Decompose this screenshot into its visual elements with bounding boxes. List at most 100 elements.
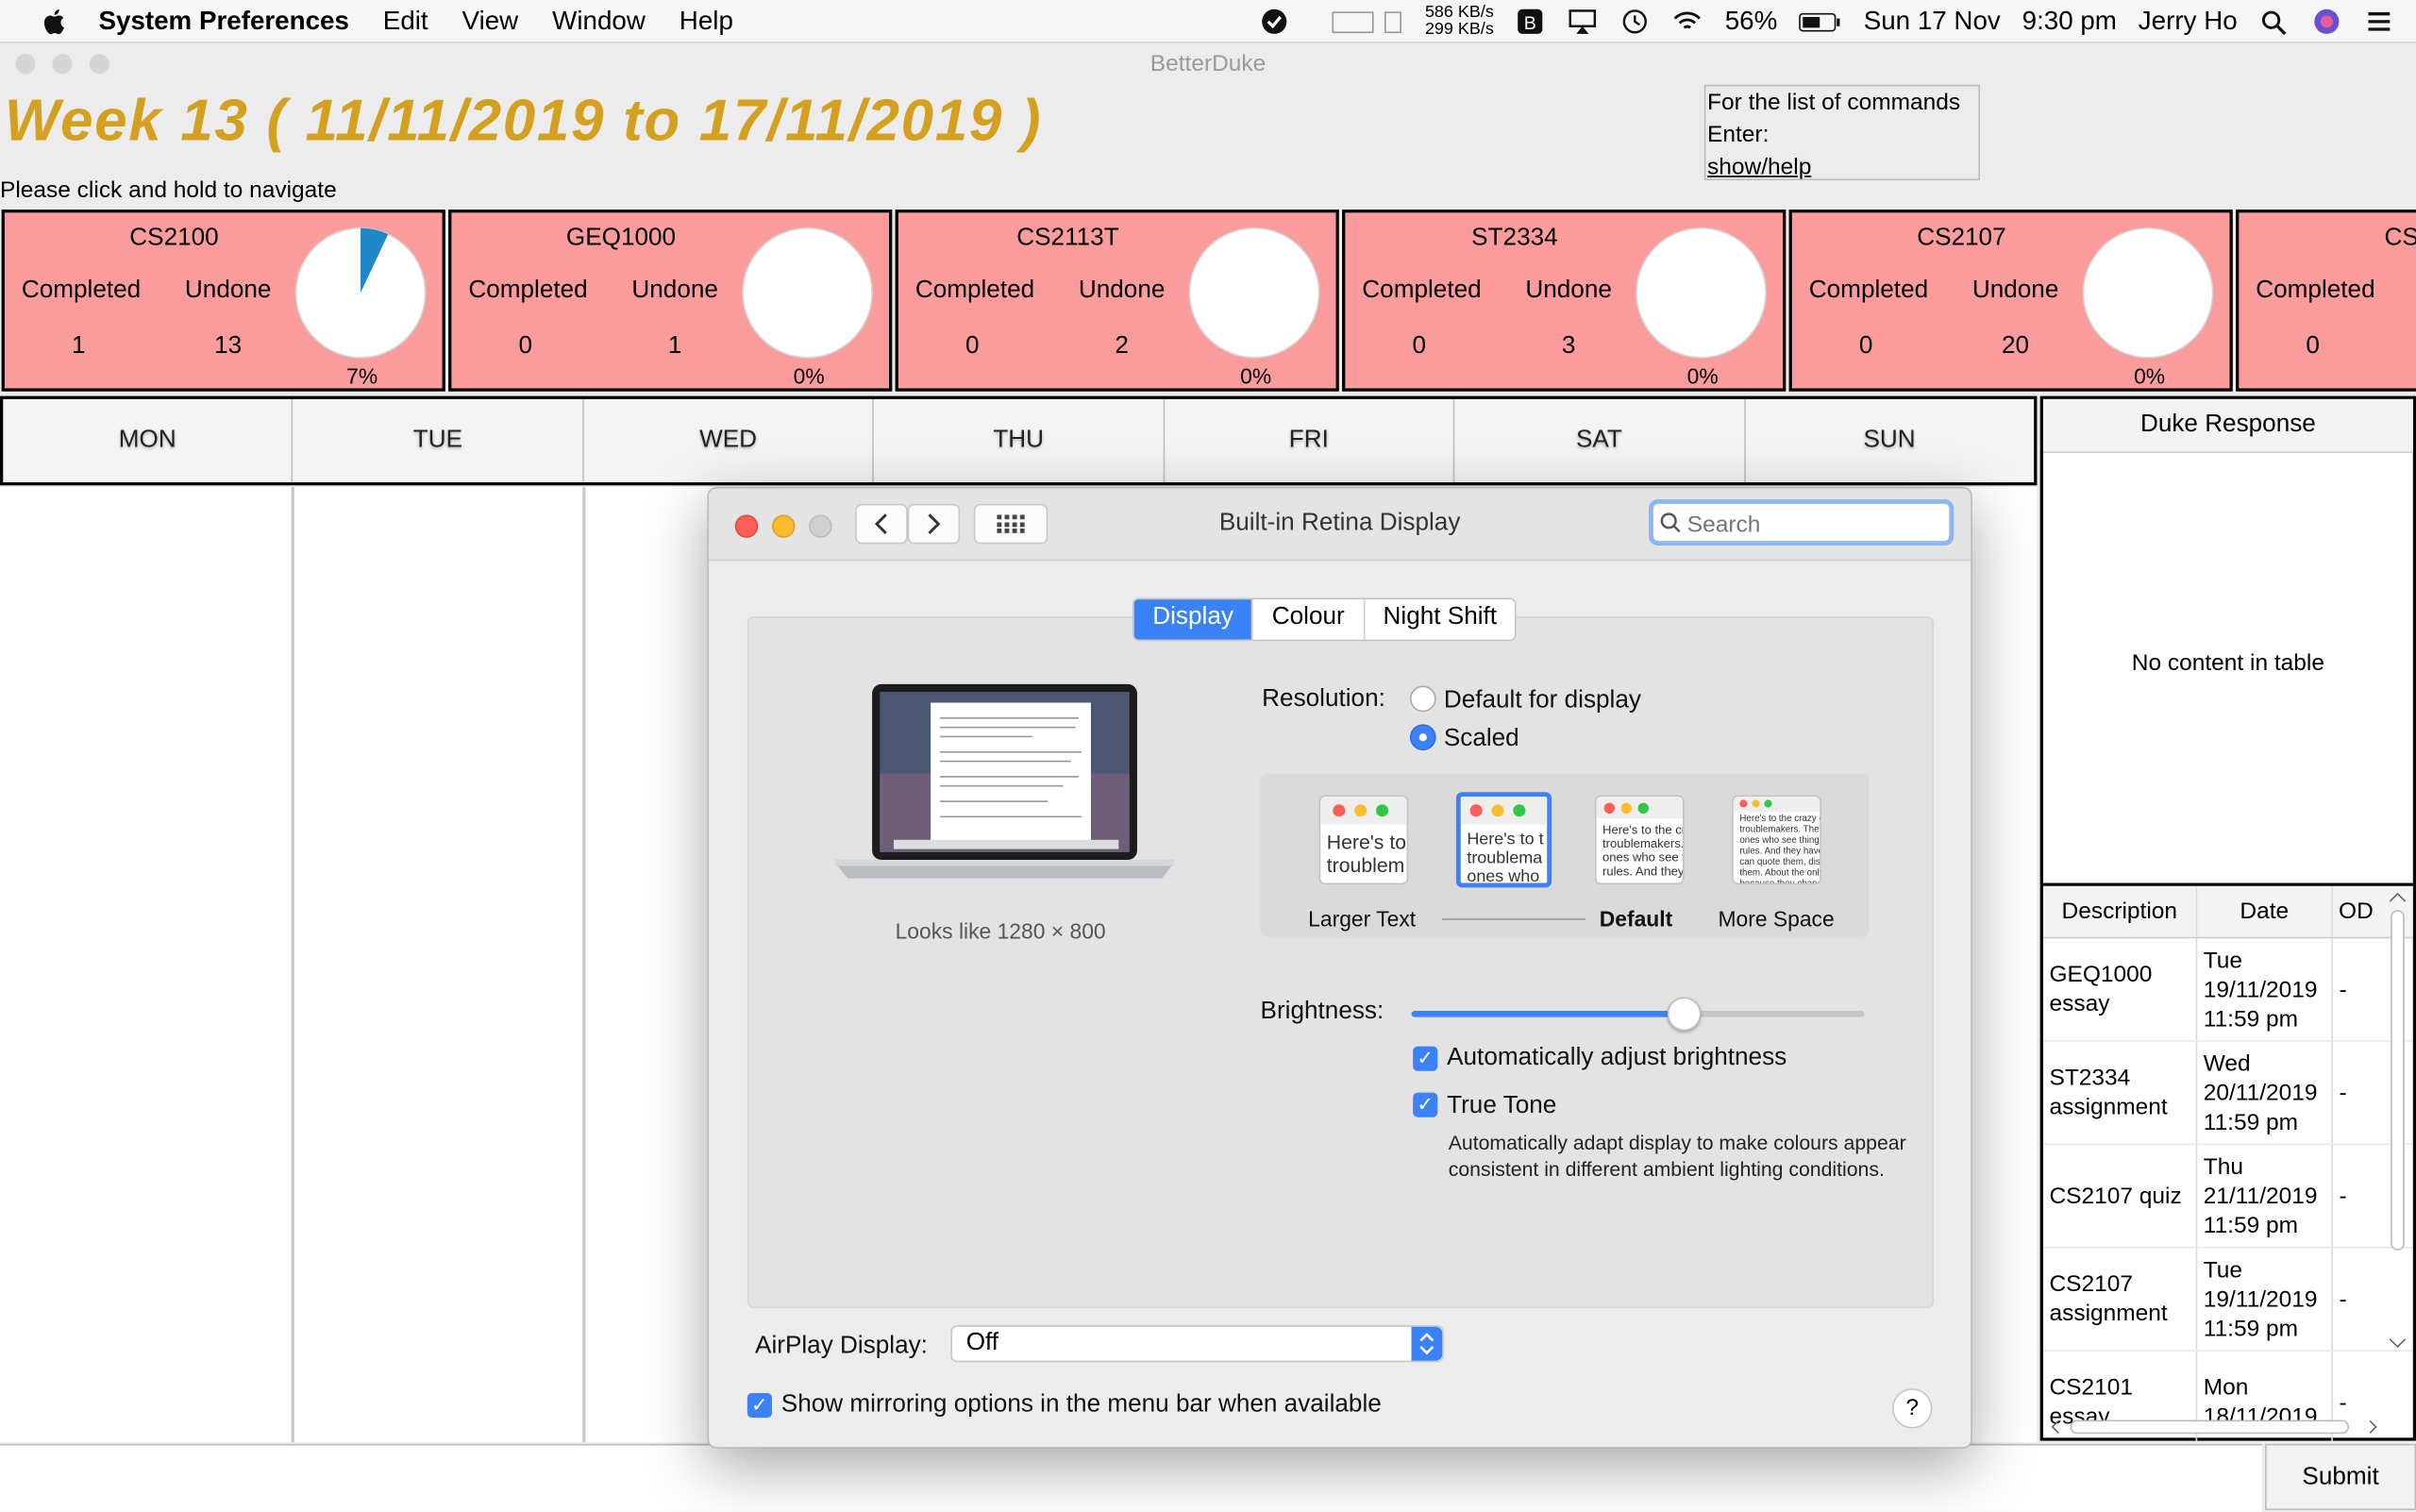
menu-time[interactable]: 9:30 pm [2022, 6, 2117, 37]
module-card[interactable]: CS2107 Completed Undone 0 20 0% [1788, 210, 2233, 392]
scale-more-space[interactable]: Here's to the crazy onestroublemakers. T… [1732, 795, 1821, 885]
module-card[interactable]: CS2113T Completed Undone 0 2 0% [895, 210, 1339, 392]
table-row[interactable]: CS2107 quiz Thu 21/11/2019 11:59 pm - [2042, 1145, 2413, 1249]
menu-edit[interactable]: Edit [383, 6, 428, 37]
show-help-link[interactable]: show/help [1707, 151, 1978, 183]
row-date: Thu 21/11/2019 11:59 pm [2197, 1145, 2333, 1247]
completed-label: Completed [2256, 277, 2375, 304]
module-card[interactable]: CS2CompletedUndone0 [2236, 210, 2416, 392]
minimize-button[interactable] [52, 54, 73, 75]
module-card[interactable]: GEQ1000 Completed Undone 0 1 0% [448, 210, 893, 392]
commands-line-1: For the list of commands [1707, 89, 1961, 116]
command-input[interactable] [0, 1443, 2262, 1512]
duke-empty-message: No content in table [2131, 649, 2325, 677]
completed-count: 0 [1858, 332, 1873, 360]
col-description[interactable]: Description [2043, 885, 2198, 937]
col-od[interactable]: OD [2333, 886, 2379, 937]
tab-night-shift[interactable]: Night Shift [1365, 599, 1516, 639]
thumb-dot [1469, 804, 1483, 817]
mirroring-checkbox[interactable]: ✓ [747, 1392, 772, 1419]
commands-box: For the list of commands Enter: show/hel… [1703, 84, 1981, 183]
progress-percent: 7% [346, 363, 378, 389]
menu-app-name[interactable]: System Preferences [98, 6, 348, 37]
menu-bar: System Preferences Edit View Window Help… [0, 0, 2416, 43]
menu-user[interactable]: Jerry Ho [2139, 6, 2238, 37]
wifi-icon[interactable] [1672, 7, 1703, 34]
commands-line-2: Enter: [1707, 121, 1770, 148]
module-cards-strip[interactable]: CS2100 Completed Undone 1 13 7% GEQ1000 Complet… [0, 210, 2416, 395]
undone-label: Undone [631, 277, 718, 304]
brightness-slider[interactable] [1411, 997, 1865, 1032]
menu-view[interactable]: View [462, 6, 519, 37]
airplay-icon[interactable] [1568, 7, 1599, 34]
deadline-table[interactable]: Description Date OD GEQ1000 essay Tue 19/… [2042, 882, 2413, 1441]
help-button[interactable]: ? [1891, 1388, 1933, 1429]
spotlight-search-icon[interactable] [2259, 7, 2290, 35]
table-row[interactable]: CS2107 assignment Tue 19/11/2019 11:59 pm… [2042, 1248, 2413, 1352]
tab-display[interactable]: Display [1133, 599, 1254, 640]
checkmark-status-icon[interactable] [1259, 7, 1290, 34]
prefs-search[interactable] [1648, 498, 1955, 546]
notification-center-icon[interactable] [2364, 7, 2395, 34]
radio-scaled[interactable] [1409, 724, 1436, 751]
submit-button[interactable]: Submit [2265, 1443, 2416, 1511]
menu-date[interactable]: Sun 17 Nov [1864, 6, 2001, 37]
true-tone-checkbox[interactable]: ✓ [1413, 1092, 1438, 1117]
apple-icon[interactable] [40, 6, 71, 37]
module-card[interactable]: ST2334 Completed Undone 0 3 0% [1342, 210, 1787, 392]
airplay-label: AirPlay Display: [755, 1333, 928, 1360]
row-description: ST2334 assignment [2043, 1041, 2198, 1144]
pie-background [742, 227, 873, 359]
bartender-icon[interactable]: B [1516, 7, 1547, 34]
auto-brightness-checkbox[interactable]: ✓ [1413, 1046, 1438, 1071]
col-date[interactable]: Date [2197, 885, 2333, 937]
app-window-title: BetterDuke [1149, 50, 1267, 77]
completed-label: Completed [468, 277, 588, 304]
battery-percent[interactable]: 56% [1725, 6, 1778, 37]
module-code: CS2 [2384, 225, 2416, 252]
menu-window[interactable]: Window [552, 6, 646, 37]
cpu-monitor-icon[interactable] [1311, 7, 1403, 34]
resolution-label: Resolution: [1262, 685, 1385, 713]
undone-label: Undone [1971, 277, 2059, 304]
completed-count: 0 [518, 332, 533, 360]
scale-more-space-label: More Space [1718, 906, 1835, 932]
time-machine-icon[interactable] [1620, 7, 1652, 34]
scale-larger-text[interactable]: Here's to troublem [1318, 795, 1409, 885]
mirroring-label: Show mirroring options in the menu bar w… [780, 1391, 1382, 1419]
search-input[interactable] [1684, 507, 1953, 542]
table-row[interactable]: GEQ1000 essay Tue 19/11/2019 11:59 pm - [2042, 938, 2413, 1042]
brightness-fill [1411, 1011, 1684, 1017]
zoom-button[interactable] [89, 54, 109, 75]
duke-response-panel: Duke Response No content in table Descri… [2039, 395, 2416, 1441]
thumb-dot [1376, 804, 1389, 817]
horizontal-scrollbar[interactable] [2046, 1416, 2385, 1437]
undone-label: Undone [1078, 277, 1166, 304]
vertical-scrollbar[interactable] [2385, 889, 2409, 1352]
brightness-label: Brightness: [1260, 998, 1384, 1025]
module-card[interactable]: CS2100 Completed Undone 1 13 7% [1, 210, 445, 392]
progress-pie [294, 227, 427, 359]
thumb-dot [1620, 802, 1633, 815]
menu-help[interactable]: Help [680, 6, 733, 37]
row-od: - [2339, 976, 2347, 1003]
true-tone-label: True Tone [1447, 1092, 1557, 1119]
scale-default[interactable]: Here's to t troublema ones who [1455, 792, 1552, 888]
progress-percent: 0% [793, 363, 825, 389]
weekday-header: MON TUE WED THU FRI SAT SUN [0, 395, 2038, 486]
scale-medium[interactable]: Here's to the cr troublemakers. ones who s… [1594, 795, 1685, 885]
completed-label: Completed [1362, 277, 1482, 304]
table-row[interactable]: ST2334 assignment Wed 20/11/2019 11:59 pm… [2042, 1041, 2413, 1146]
close-button[interactable] [15, 54, 36, 75]
updown-arrows-icon [1411, 1326, 1443, 1361]
airplay-select[interactable]: Off [950, 1325, 1444, 1363]
pie-background [1636, 227, 1767, 359]
row-od: - [2339, 1183, 2347, 1209]
network-speed[interactable]: 586 KB/s 299 KB/s [1425, 3, 1494, 38]
auto-brightness-label: Automatically adjust brightness [1447, 1044, 1787, 1071]
tab-colour[interactable]: Colour [1253, 599, 1365, 640]
thumb-preview-text: Here's to the crazy onestroublemakers. T… [1739, 815, 1821, 885]
battery-icon[interactable] [1799, 7, 1842, 34]
siri-icon[interactable] [2311, 7, 2342, 34]
radio-default-for-display[interactable] [1409, 685, 1436, 713]
